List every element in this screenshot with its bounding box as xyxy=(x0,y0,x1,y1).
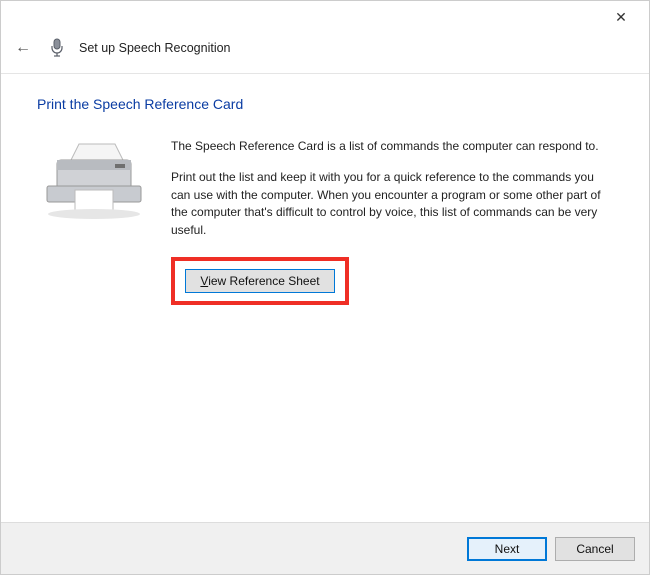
wizard-title: Set up Speech Recognition xyxy=(79,41,231,55)
wizard-header: ← Set up Speech Recognition xyxy=(1,33,649,74)
paragraph-2: Print out the list and keep it with you … xyxy=(171,169,613,239)
printer-icon xyxy=(37,138,147,223)
microphone-icon xyxy=(49,38,65,58)
wizard-footer: Next Cancel xyxy=(1,522,649,574)
back-button[interactable]: ← xyxy=(11,37,35,59)
back-arrow-icon: ← xyxy=(15,39,31,56)
close-icon: ✕ xyxy=(615,9,627,26)
view-reference-sheet-button[interactable]: View Reference Sheet xyxy=(185,269,335,293)
main-row: The Speech Reference Card is a list of c… xyxy=(37,138,613,305)
button-label-rest: iew Reference Sheet xyxy=(208,274,319,288)
page-heading: Print the Speech Reference Card xyxy=(37,96,613,112)
paragraph-1: The Speech Reference Card is a list of c… xyxy=(171,138,613,155)
next-button[interactable]: Next xyxy=(467,537,547,561)
instruction-text: The Speech Reference Card is a list of c… xyxy=(171,138,613,305)
highlight-annotation: View Reference Sheet xyxy=(171,257,349,305)
close-button[interactable]: ✕ xyxy=(599,2,643,32)
titlebar: ✕ xyxy=(1,1,649,33)
cancel-button[interactable]: Cancel xyxy=(555,537,635,561)
wizard-content: Print the Speech Reference Card The Spee… xyxy=(1,74,649,315)
